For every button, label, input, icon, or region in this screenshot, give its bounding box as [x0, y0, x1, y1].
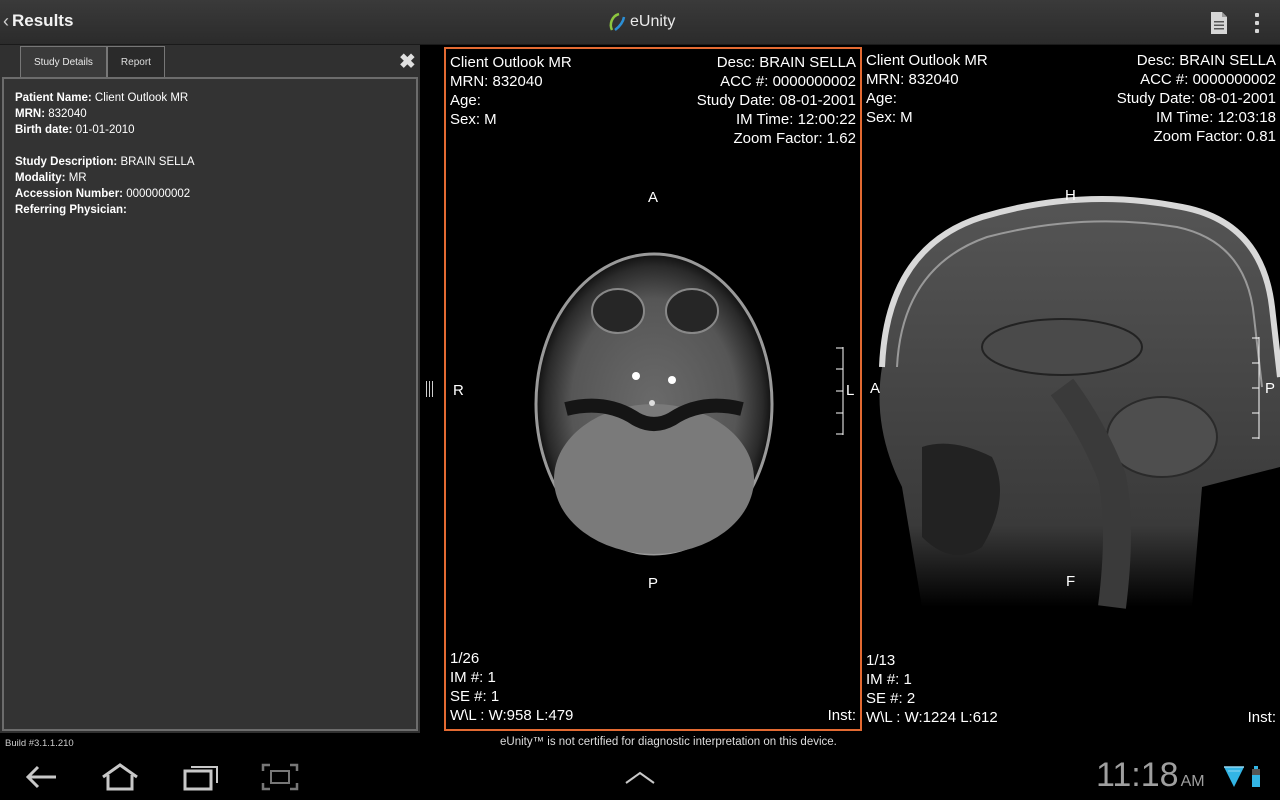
study-description-row: Study Description: BRAIN SELLA	[15, 156, 195, 168]
birth-date-row: Birth date: 01-01-2010	[15, 124, 135, 136]
panel-resize-handle[interactable]	[426, 381, 434, 397]
orientation-bottom: P	[648, 575, 659, 592]
tab-report[interactable]: Report	[106, 46, 165, 77]
document-icon[interactable]	[1208, 11, 1230, 35]
back-to-results-button[interactable]: ‹ Results	[3, 11, 73, 31]
battery-icon	[1252, 766, 1260, 787]
chevron-left-icon: ‹	[3, 11, 9, 31]
wifi-icon	[1224, 766, 1244, 787]
viewport1-top-right-info: Desc: BRAIN SELLA ACC #: 0000000002 Stud…	[696, 54, 856, 147]
orientation-left: A	[870, 380, 881, 397]
action-bar: ‹ Results eUnity	[0, 0, 1280, 45]
referring-physician-row: Referring Physician:	[15, 204, 127, 216]
viewport2-institution: Inst:	[1247, 709, 1276, 726]
orientation-right: L	[846, 382, 855, 399]
viewport2-top-right-info: Desc: BRAIN SELLA ACC #: 0000000002 Stud…	[1116, 52, 1276, 145]
scale-ruler-icon	[836, 347, 844, 435]
accession-row: Accession Number: 0000000002	[15, 188, 191, 200]
status-clock: 11:18 AM	[1096, 756, 1205, 794]
back-icon[interactable]	[20, 761, 60, 793]
sagittal-mri-image	[879, 196, 1280, 609]
viewport2-top-left-info: Client Outlook MR MRN: 832040 Age: Sex: …	[866, 52, 988, 126]
status-icons	[1224, 766, 1260, 787]
patient-name-row: Patient Name: Client Outlook MR	[15, 92, 189, 104]
viewport1-institution: Inst:	[827, 707, 856, 724]
orientation-bottom: F	[1066, 573, 1076, 590]
study-details-panel: Study Details Report ✖ Patient Name: Cli…	[0, 45, 420, 733]
chevron-up-icon[interactable]	[620, 761, 660, 793]
viewport-axial[interactable]: Client Outlook MR MRN: 832040 Age: Sex: …	[444, 47, 862, 731]
panel-tabs: Study Details Report	[20, 46, 165, 77]
study-details-content: Patient Name: Client Outlook MR MRN: 832…	[2, 77, 418, 731]
info-strip: Build #3.1.1.210 eUnity™ is not certifie…	[0, 733, 1280, 753]
axial-mri-image	[534, 252, 774, 556]
orientation-top: H	[1065, 187, 1076, 204]
overflow-menu-icon[interactable]	[1252, 11, 1262, 35]
logo-text: eUnity	[630, 13, 676, 30]
system-navigation-bar: 11:18 AM	[0, 753, 1280, 800]
orientation-left: R	[453, 382, 464, 399]
modality-row: Modality: MR	[15, 172, 87, 184]
mrn-row: MRN: 832040	[15, 108, 87, 120]
orientation-right: P	[1265, 380, 1276, 397]
viewport2-bottom-left-info: 1/13 IM #: 1 SE #: 2 W\L : W:1224 L:612	[866, 652, 998, 726]
scale-ruler-icon	[1252, 337, 1260, 439]
tab-study-details[interactable]: Study Details	[20, 46, 107, 77]
screenshot-icon[interactable]	[260, 761, 300, 793]
app-logo: eUnity	[606, 11, 675, 33]
viewport-sagittal[interactable]: Client Outlook MR MRN: 832040 Age: Sex: …	[862, 47, 1280, 731]
back-button-label: Results	[12, 11, 74, 30]
home-icon[interactable]	[100, 761, 140, 793]
orientation-top: A	[648, 189, 659, 206]
viewport1-bottom-left-info: 1/26 IM #: 1 SE #: 1 W\L : W:958 L:479	[450, 650, 574, 724]
diagnostic-disclaimer: eUnity™ is not certified for diagnostic …	[500, 736, 837, 748]
close-panel-icon[interactable]: ✖	[399, 49, 416, 74]
recent-apps-icon[interactable]	[181, 761, 221, 793]
eunity-logo-icon	[609, 12, 626, 31]
viewport1-top-left-info: Client Outlook MR MRN: 832040 Age: Sex: …	[450, 54, 572, 128]
build-number: Build #3.1.1.210	[5, 738, 74, 749]
